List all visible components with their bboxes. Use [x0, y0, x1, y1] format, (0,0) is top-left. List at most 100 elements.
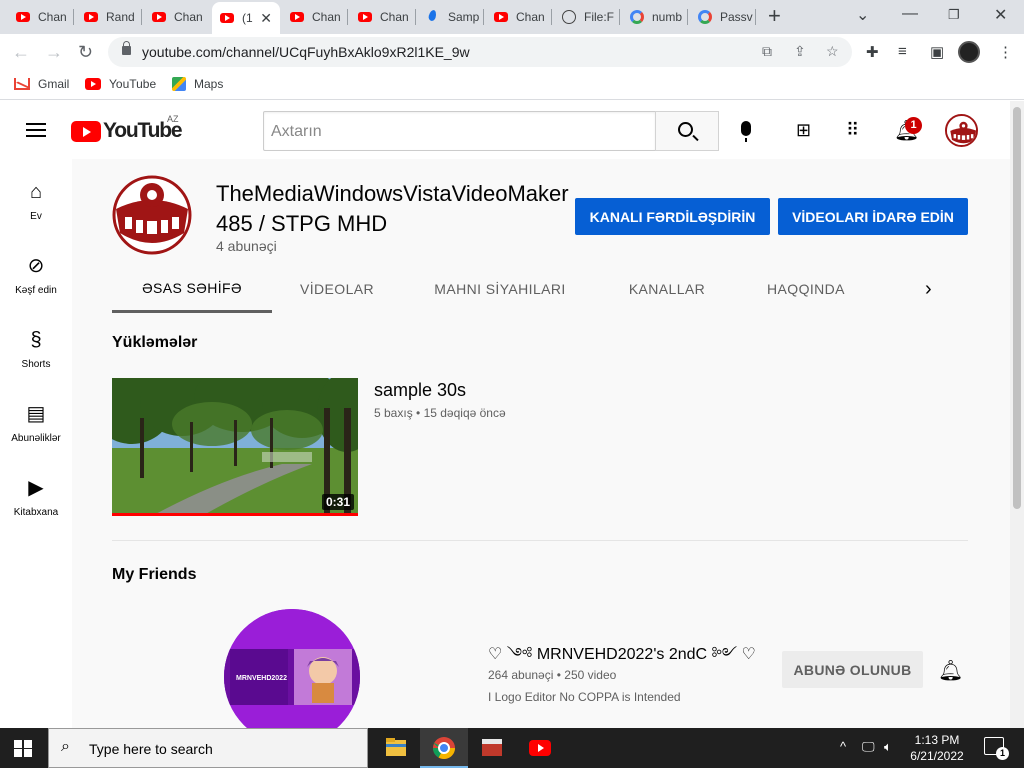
shorts-icon: § [30, 329, 42, 351]
show-hidden-icons-icon[interactable]: ^ [840, 739, 846, 754]
home-icon: ⌂ [29, 181, 43, 203]
close-tab-icon[interactable]: ✕ [260, 10, 272, 27]
system-clock[interactable]: 1:13 PM 6/21/2022 [902, 732, 972, 764]
reload-icon[interactable]: ↻ [78, 40, 93, 64]
folder-icon [386, 738, 406, 756]
youtube-play-icon [71, 120, 101, 142]
youtube-icon [220, 13, 234, 23]
menu-icon[interactable]: ⋮ [998, 43, 1013, 61]
browser-tab[interactable]: Chan [282, 4, 348, 30]
chrome-icon[interactable] [420, 728, 468, 768]
friend-logo-text: MRNVEHD2022 [236, 675, 287, 682]
search-button[interactable] [655, 111, 719, 151]
tab-playlists[interactable]: MAHNI SİYAHILARI [402, 265, 598, 313]
channel-name: TheMediaWindowsVistaVideoMaker485 / STPG… [216, 181, 569, 236]
uploads-shelf-title[interactable]: Yükləmələr [112, 334, 197, 352]
bookmark-maps[interactable]: Maps [172, 77, 223, 91]
friend-logo-icon: MRNVEHD2022 [224, 609, 360, 745]
guide-item-subscriptions[interactable]: ▤ Abunəliklər [0, 403, 72, 444]
bookmark-youtube[interactable]: YouTube [85, 77, 156, 91]
browser-tab[interactable]: Chan [8, 4, 74, 30]
channel-page: TheMediaWindowsVistaVideoMaker485 / STPG… [72, 159, 1010, 745]
network-icon[interactable]: 🖵︎ [862, 739, 875, 755]
manage-videos-button[interactable]: VİDEOLARI İDARƏ EDİN [778, 198, 968, 235]
browser-tab[interactable]: Chan [486, 4, 552, 30]
youtube-masthead: YouTube AZ Axtarın [0, 101, 1024, 159]
browser-tab-active[interactable]: (1 ✕ [212, 2, 280, 34]
side-panel-icon[interactable]: ▣ [930, 43, 944, 61]
library-icon: ▶︎ [28, 477, 44, 499]
hamburger-menu-icon[interactable] [26, 123, 46, 137]
apps-grid-icon[interactable]: ⠿ [846, 120, 859, 141]
google-icon [630, 10, 644, 24]
browser-tab[interactable]: Chan [350, 4, 416, 30]
search-icon [678, 122, 693, 137]
search-icon: ⌕ [61, 738, 70, 755]
channel-header: TheMediaWindowsVistaVideoMaker485 / STPG… [72, 159, 1010, 313]
youtube-icon [152, 12, 166, 22]
bookmark-star-icon[interactable]: ☆ [826, 43, 839, 60]
search-input[interactable]: Axtarın [263, 111, 656, 151]
close-window-icon[interactable]: ✕ [994, 5, 1007, 25]
video-title[interactable]: sample 30s [374, 380, 466, 401]
action-center-icon[interactable]: 1 [984, 737, 1009, 760]
youtube-logo[interactable]: YouTube AZ [71, 114, 183, 143]
browser-tab[interactable]: Chan [144, 4, 210, 30]
browser-tab[interactable]: numb [622, 4, 688, 30]
minimize-icon[interactable]: — [902, 5, 918, 23]
new-tab-icon[interactable]: + [768, 5, 781, 27]
back-icon[interactable]: ← [12, 40, 30, 64]
tab-videos[interactable]: VİDEOLAR [272, 265, 402, 313]
lock-icon[interactable] [122, 41, 131, 55]
customize-channel-button[interactable]: KANALI FƏRDİLƏŞDİRİN [575, 198, 770, 235]
volume-icon[interactable]: 🔈︎ [884, 739, 892, 755]
tab-home[interactable]: ƏSAS SƏHİFƏ [112, 265, 272, 313]
browser-tab[interactable]: File:F [554, 4, 620, 30]
guide-item-shorts[interactable]: § Shorts [0, 329, 72, 370]
friend-channel-avatar[interactable]: MRNVEHD2022 [224, 609, 360, 745]
account-avatar[interactable] [945, 114, 978, 147]
page-scrollbar[interactable] [1010, 101, 1024, 728]
left-guide: ⌂ Ev ⊘ Kəşf edin § Shorts ▤ Abunəliklər ▶︎ Ki… [0, 159, 72, 728]
guide-item-library[interactable]: ▶︎ Kitabxana [0, 477, 72, 518]
notification-bell-icon[interactable]: 🔔︎ [938, 658, 963, 683]
notification-badge: 1 [905, 117, 922, 134]
channel-avatar[interactable] [112, 175, 192, 255]
scrollbar-thumb[interactable] [1013, 107, 1021, 509]
browser-tab[interactable]: Samp [418, 4, 484, 30]
tab-about[interactable]: HAQQINDA [736, 265, 876, 313]
youtube-icon [290, 12, 304, 22]
file-explorer-icon[interactable] [372, 728, 420, 768]
tab-channels[interactable]: KANALLAR [598, 265, 736, 313]
guide-item-explore[interactable]: ⊘ Kəşf edin [0, 255, 72, 296]
open-in-app-icon[interactable]: ⧉ [762, 43, 772, 60]
subscribed-button[interactable]: ABUNƏ OLUNUB [782, 651, 923, 688]
wikipedia-icon [562, 10, 576, 24]
youtube-icon [358, 12, 372, 22]
windows-start-icon[interactable] [14, 740, 32, 757]
extensions-icon[interactable]: ✚ [866, 43, 879, 61]
address-bar[interactable]: youtube.com/channel/UCqFuyhBxAklo9xR2l1K… [108, 37, 852, 67]
toolbox-app-icon[interactable] [468, 728, 516, 768]
chevron-right-icon[interactable]: › [925, 278, 932, 301]
browser-toolbar: ← → ↻ youtube.com/channel/UCqFuyhBxAklo9… [0, 34, 1024, 70]
browser-tab[interactable]: Passv [690, 4, 756, 30]
share-icon[interactable]: ⇪ [794, 43, 806, 60]
channel-subscriber-count: 4 abunəçi [216, 238, 277, 254]
media-control-icon[interactable]: ≡ [898, 43, 907, 60]
restore-icon[interactable]: ❐ [948, 7, 960, 23]
browser-tab-strip: Chan Rand Chan (1 ✕ Chan Chan Samp Chan F… [0, 0, 1024, 34]
tab-search-icon[interactable]: ⌄ [856, 5, 869, 25]
guide-item-home[interactable]: ⌂ Ev [0, 181, 72, 222]
youtube-icon [16, 12, 30, 22]
video-thumbnail[interactable]: 0:31 [112, 378, 358, 516]
microphone-icon[interactable] [741, 121, 751, 142]
youtube-app-icon[interactable] [516, 728, 564, 768]
video-meta: 5 baxış • 15 dəqiqə öncə [374, 406, 506, 420]
forward-icon[interactable]: → [45, 40, 63, 64]
taskbar-search-input[interactable]: ⌕ Type here to search [48, 728, 368, 768]
bookmark-gmail[interactable]: Gmail [14, 77, 69, 91]
browser-tab[interactable]: Rand [76, 4, 142, 30]
create-video-icon[interactable]: ⊞ [796, 120, 811, 141]
profile-avatar[interactable] [958, 41, 980, 63]
